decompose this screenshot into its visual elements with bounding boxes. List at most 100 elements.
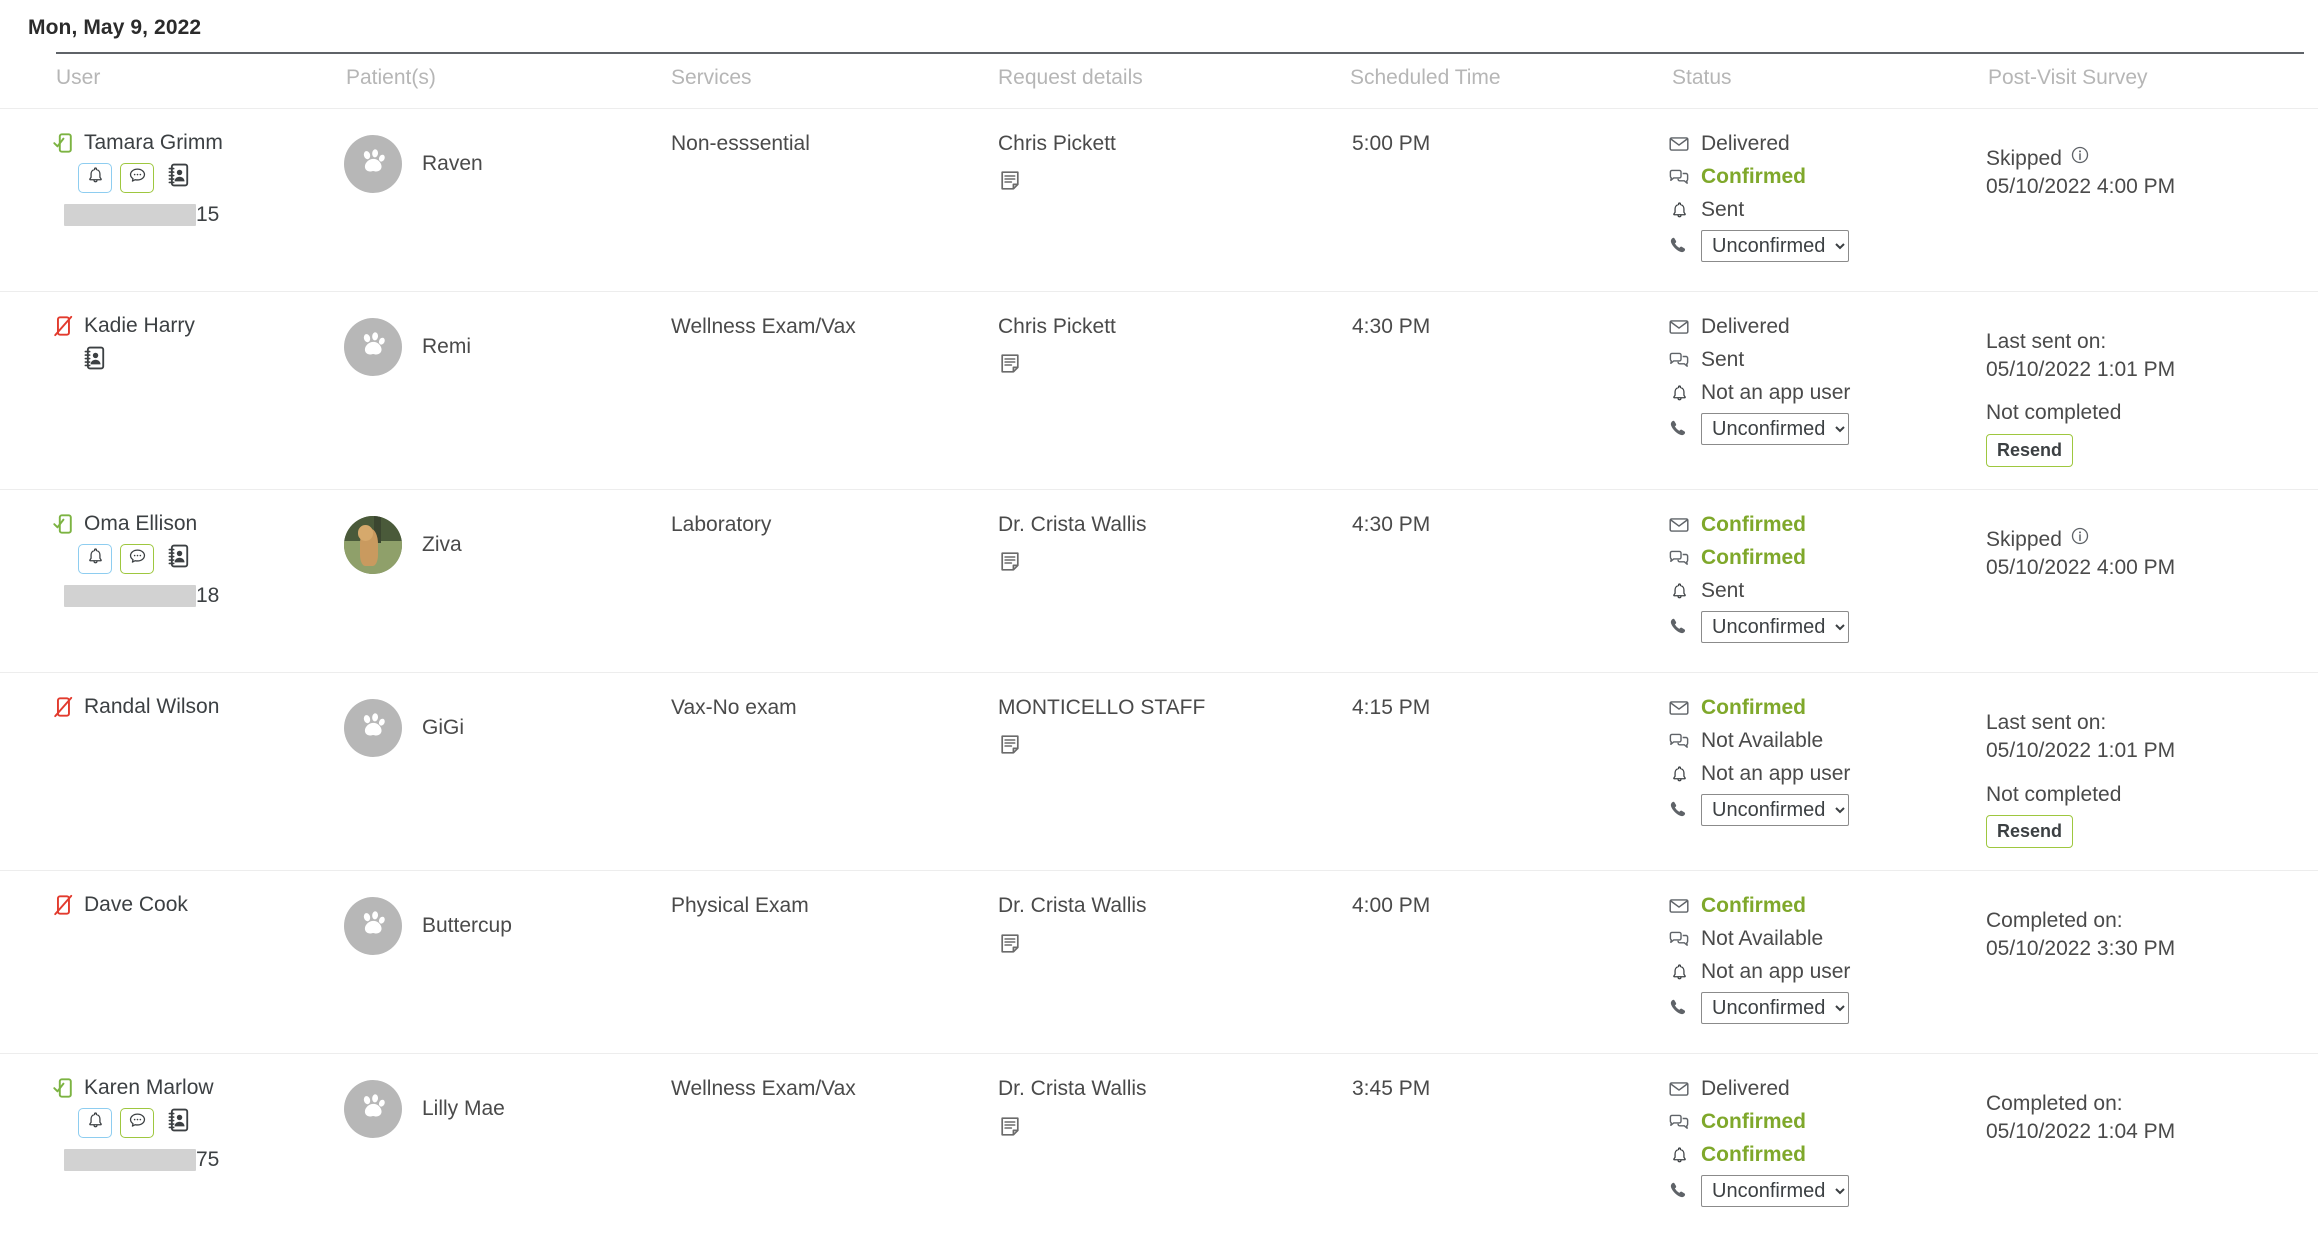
- status-row: Not Available: [1668, 728, 1959, 754]
- note-icon[interactable]: [998, 169, 1309, 199]
- services-cell: Wellness Exam/Vax: [655, 292, 980, 490]
- status-row: Confirmed: [1668, 512, 1959, 538]
- address-book-button[interactable]: [78, 346, 112, 376]
- user-cell: Randal Wilson: [0, 673, 330, 871]
- survey-datetime: 05/10/2022 4:00 PM: [1986, 173, 2317, 201]
- survey-status-label: Skipped: [1986, 145, 2062, 173]
- chat-bubble-icon: [128, 1111, 147, 1136]
- request-provider-name: Dr. Crista Wallis: [998, 1076, 1309, 1102]
- status-cell: ConfirmedNot AvailableNot an app userUnc…: [1640, 871, 1960, 1054]
- scheduled-time-cell: 5:00 PM: [1310, 109, 1640, 292]
- status-cell: Confirmed Confirmed Sent UnconfirmedConfirm…: [1640, 490, 1960, 673]
- service-name: Wellness Exam/Vax: [671, 1076, 979, 1102]
- patient-cell: GiGi: [330, 673, 655, 871]
- user-identity: Karen Marlow: [52, 1076, 329, 1100]
- request-details-cell: MONTICELLO STAFF: [980, 673, 1310, 871]
- phone-icon: [1668, 799, 1690, 821]
- post-visit-survey-cell: Skipped05/10/2022 4:00 PM: [1960, 109, 2318, 292]
- bell-icon: [1668, 580, 1690, 602]
- services-cell: Vax-No exam: [655, 673, 980, 871]
- status-row: UnconfirmedConfirmed: [1668, 413, 1959, 445]
- scheduled-time: 3:45 PM: [1352, 1076, 1639, 1102]
- bell-button[interactable]: [78, 544, 112, 574]
- note-icon[interactable]: [998, 733, 1309, 763]
- phone-not-enrolled-icon: [52, 893, 74, 917]
- status-text: Confirmed: [1701, 1143, 1806, 1167]
- note-icon[interactable]: [998, 352, 1309, 382]
- paw-icon: [355, 326, 391, 368]
- table-row: Kadie HarryRemiWellness Exam/VaxChris Pi…: [0, 292, 2318, 490]
- address-book-button[interactable]: [162, 544, 196, 574]
- user-cell: Oma Ellison18: [0, 490, 330, 673]
- phone-icon: [1668, 616, 1690, 638]
- patient-name: Raven: [422, 152, 483, 176]
- phone-status-select[interactable]: UnconfirmedConfirmed: [1701, 413, 1849, 445]
- status-row: Sent: [1668, 347, 1959, 373]
- user-name: Dave Cook: [84, 893, 188, 917]
- status-text: Sent: [1701, 579, 1744, 603]
- phone-status-select[interactable]: UnconfirmedConfirmed: [1701, 992, 1849, 1024]
- note-icon[interactable]: [998, 550, 1309, 580]
- bell-icon: [86, 1111, 105, 1136]
- phone-suffix: 18: [196, 584, 219, 608]
- scheduled-time-cell: 4:15 PM: [1310, 673, 1640, 871]
- user-action-buttons: [78, 1108, 329, 1138]
- info-icon[interactable]: [2070, 145, 2090, 173]
- status-row: Sent: [1668, 578, 1959, 604]
- appointments-table: User Patient(s) Services Request details…: [0, 54, 2318, 1236]
- scheduled-time-cell: 4:30 PM: [1310, 292, 1640, 490]
- survey-completion-status: Not completed: [1986, 399, 2317, 427]
- user-identity: Randal Wilson: [52, 695, 329, 719]
- request-provider-name: Dr. Crista Wallis: [998, 512, 1309, 538]
- phone-not-enrolled-icon: [52, 695, 74, 719]
- post-visit-survey-cell: Completed on:05/10/2022 3:30 PM: [1960, 871, 2318, 1054]
- chat-bubble-button[interactable]: [120, 544, 154, 574]
- phone-icon: [1668, 235, 1690, 257]
- column-header-services: Services: [655, 54, 980, 109]
- user-cell: Karen Marlow75: [0, 1054, 330, 1236]
- resend-button[interactable]: Resend: [1986, 815, 2073, 848]
- services-cell: Laboratory: [655, 490, 980, 673]
- request-provider-name: Chris Pickett: [998, 314, 1309, 340]
- bell-icon: [1668, 1144, 1690, 1166]
- note-icon[interactable]: [998, 932, 1309, 962]
- address-book-button[interactable]: [162, 163, 196, 193]
- status-row: Confirmed: [1668, 545, 1959, 571]
- avatar: [344, 1080, 402, 1138]
- address-book-button[interactable]: [162, 1108, 196, 1138]
- status-cell: DeliveredConfirmedSentUnconfirmedConfirm…: [1640, 109, 1960, 292]
- status-text: Not Available: [1701, 729, 1823, 753]
- status-cell: DeliveredSentNot an app userUnconfirmedC…: [1640, 292, 1960, 490]
- chat-bubble-button[interactable]: [120, 163, 154, 193]
- bell-button[interactable]: [78, 1108, 112, 1138]
- envelope-icon: [1668, 133, 1690, 155]
- status-row: Confirmed: [1668, 1142, 1959, 1168]
- status-row: Not Available: [1668, 926, 1959, 952]
- status-row: Delivered: [1668, 1076, 1959, 1102]
- column-header-status: Status: [1640, 54, 1960, 109]
- column-header-request-details: Request details: [980, 54, 1310, 109]
- post-visit-survey-cell: Last sent on:05/10/2022 1:01 PMNot compl…: [1960, 292, 2318, 490]
- phone-status-select[interactable]: UnconfirmedConfirmed: [1701, 1175, 1849, 1207]
- phone-status-select[interactable]: UnconfirmedConfirmed: [1701, 611, 1849, 643]
- status-text: Sent: [1701, 198, 1744, 222]
- status-row: Sent: [1668, 197, 1959, 223]
- chat-bubble-button[interactable]: [120, 1108, 154, 1138]
- phone-status-select[interactable]: UnconfirmedConfirmed: [1701, 794, 1849, 826]
- patient-wrap: Raven: [344, 131, 654, 193]
- phone-status-select[interactable]: UnconfirmedConfirmed: [1701, 230, 1849, 262]
- bell-button[interactable]: [78, 163, 112, 193]
- status-text: Confirmed: [1701, 894, 1806, 918]
- scheduled-time: 4:00 PM: [1352, 893, 1639, 919]
- request-details-cell: Chris Pickett: [980, 292, 1310, 490]
- services-cell: Physical Exam: [655, 871, 980, 1054]
- status-row: Confirmed: [1668, 164, 1959, 190]
- post-visit-survey-cell: Skipped05/10/2022 4:00 PM: [1960, 490, 2318, 673]
- user-action-buttons: [78, 544, 329, 574]
- status-text: Delivered: [1701, 1077, 1790, 1101]
- status-row: UnconfirmedConfirmed: [1668, 230, 1959, 262]
- resend-button[interactable]: Resend: [1986, 434, 2073, 467]
- user-name: Karen Marlow: [84, 1076, 214, 1100]
- info-icon[interactable]: [2070, 526, 2090, 554]
- note-icon[interactable]: [998, 1115, 1309, 1145]
